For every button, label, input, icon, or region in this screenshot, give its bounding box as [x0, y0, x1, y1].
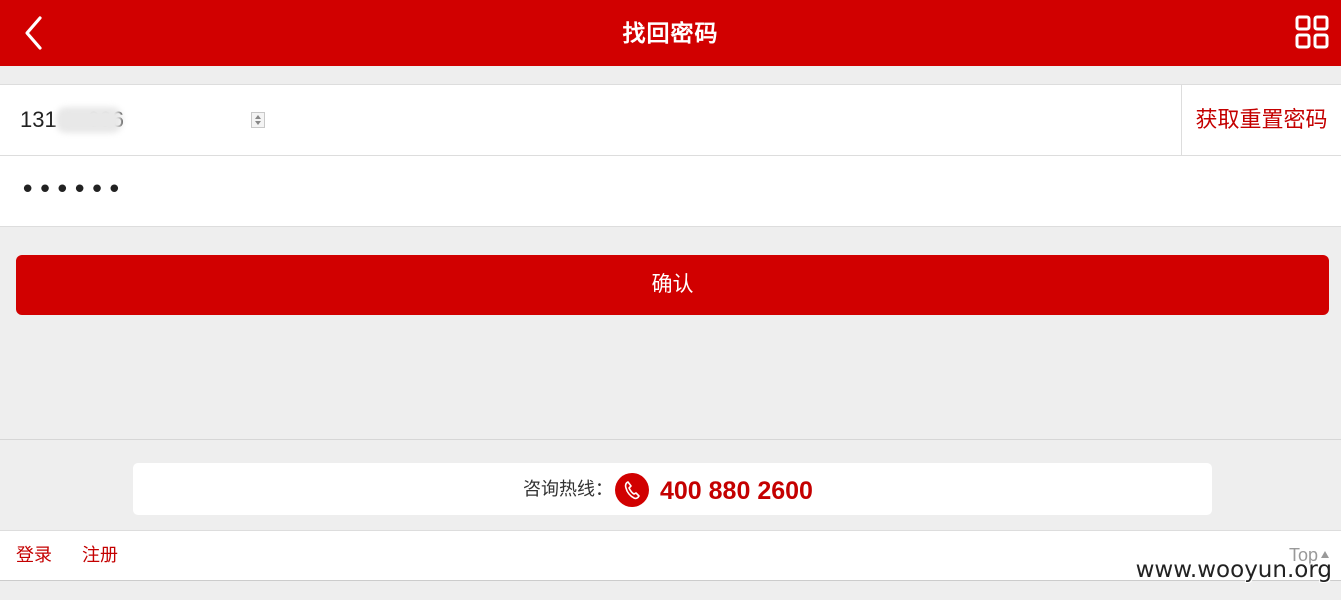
- number-spinner[interactable]: [251, 112, 265, 128]
- get-reset-code-button[interactable]: 获取重置密码: [1181, 85, 1341, 155]
- hotline-label: 咨询热线：: [523, 479, 613, 499]
- hotline-number[interactable]: 400 880 2600: [660, 463, 813, 519]
- password-input[interactable]: [0, 155, 1020, 225]
- spinner-down-icon[interactable]: [255, 121, 261, 125]
- top-bar: 找回密码: [0, 0, 1341, 66]
- page-title: 找回密码: [622, 20, 719, 46]
- register-link[interactable]: 注册: [82, 531, 118, 580]
- watermark: www.wooyun.org: [1135, 557, 1332, 583]
- reset-form: 获取重置密码: [0, 84, 1341, 227]
- phone-row: 获取重置密码: [0, 85, 1341, 156]
- redaction-blur: [56, 107, 122, 133]
- phone-input[interactable]: [0, 85, 270, 155]
- login-link[interactable]: 登录: [16, 531, 52, 580]
- confirm-button[interactable]: 确认: [16, 255, 1329, 315]
- menu-button[interactable]: [1295, 15, 1329, 49]
- grid-icon: [1295, 15, 1329, 49]
- phone-icon[interactable]: [615, 473, 649, 507]
- divider: [0, 439, 1341, 440]
- phone-handset-icon: [624, 481, 640, 500]
- spinner-up-icon[interactable]: [255, 115, 261, 119]
- hotline-bar: 咨询热线： 400 880 2600: [133, 463, 1212, 515]
- password-row: [0, 155, 1341, 225]
